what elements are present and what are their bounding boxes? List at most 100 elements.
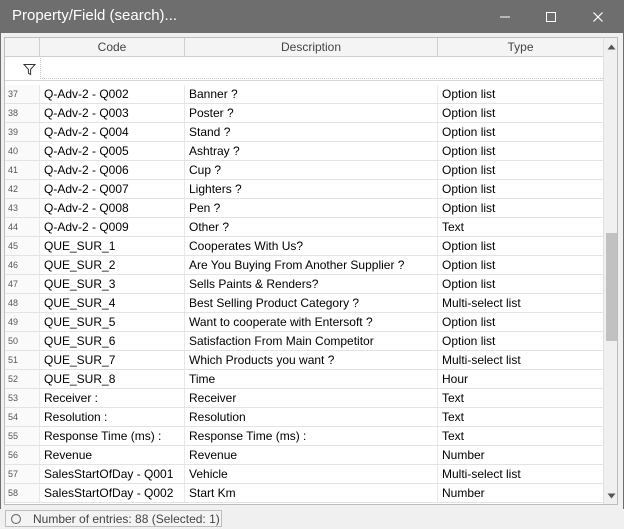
table-row[interactable]: 37 Q-Adv-2 - Q002 Banner ? Option list: [5, 85, 603, 104]
cell-code: Q-Adv-2 - Q004: [40, 123, 185, 141]
table-row[interactable]: 54 Resolution : Resolution Text: [5, 408, 603, 427]
cell-code: Q-Adv-2 - Q007: [40, 180, 185, 198]
row-index: 37: [5, 85, 40, 103]
table-row[interactable]: 58 SalesStartOfDay - Q002 Start Km Number: [5, 484, 603, 503]
close-icon: [593, 11, 603, 22]
table-row[interactable]: 52 QUE_SUR_8 Time Hour: [5, 370, 603, 389]
cell-code: Q-Adv-2 - Q009: [40, 218, 185, 236]
column-header-description[interactable]: Description: [185, 38, 438, 57]
table-row[interactable]: 53 Receiver : Receiver Text: [5, 389, 603, 408]
filter-funnel-icon: [22, 63, 36, 75]
cell-code: Q-Adv-2 - Q002: [40, 85, 185, 103]
scrollbar-thumb[interactable]: [606, 233, 617, 341]
row-index: 44: [5, 218, 40, 236]
status-circle-icon: [10, 513, 22, 525]
cell-code: Q-Adv-2 - Q005: [40, 142, 185, 160]
table-row[interactable]: 55 Response Time (ms) : Response Time (ms)…: [5, 427, 603, 446]
row-index: 45: [5, 237, 40, 255]
table-row[interactable]: 46 QUE_SUR_2 Are You Buying From Another S…: [5, 256, 603, 275]
table-row[interactable]: 43 Q-Adv-2 - Q008 Pen ? Option list: [5, 199, 603, 218]
maximize-icon: [546, 11, 556, 22]
cell-type: Text: [442, 220, 465, 234]
scroll-up-button[interactable]: [604, 38, 617, 55]
cell-type: Option list: [442, 182, 496, 196]
table-row[interactable]: 56 Revenue Revenue Number: [5, 446, 603, 465]
cell-code: SalesStartOfDay - Q002: [40, 484, 185, 502]
cell-type: Multi-select list: [442, 296, 521, 310]
row-index: 42: [5, 180, 40, 198]
status-bar: Number of entries: 88 (Selected: 1): [0, 509, 624, 529]
column-header-type[interactable]: Type: [438, 38, 603, 57]
row-index: 39: [5, 123, 40, 141]
cell-code: Revenue: [40, 446, 185, 464]
cell-description: Poster ?: [185, 104, 438, 122]
table-row[interactable]: 42 Q-Adv-2 - Q007 Lighters ? Option list: [5, 180, 603, 199]
table-row[interactable]: 38 Q-Adv-2 - Q003 Poster ? Option list: [5, 104, 603, 123]
row-index: 49: [5, 313, 40, 331]
cell-type: Multi-select list: [442, 353, 521, 367]
column-header-code[interactable]: Code: [40, 38, 185, 57]
cell-type: Option list: [442, 144, 496, 158]
cell-code: QUE_SUR_7: [40, 351, 185, 369]
cell-code: QUE_SUR_6: [40, 332, 185, 350]
cell-code: QUE_SUR_4: [40, 294, 185, 312]
close-button[interactable]: [575, 0, 621, 33]
cell-code: QUE_SUR_5: [40, 313, 185, 331]
row-index: 57: [5, 465, 40, 483]
grid-header: Code Description Type: [5, 38, 603, 57]
maximize-button[interactable]: [528, 0, 574, 33]
table-row[interactable]: 50 QUE_SUR_6 Satisfaction From Main Compet…: [5, 332, 603, 351]
table-row[interactable]: 41 Q-Adv-2 - Q006 Cup ? Option list: [5, 161, 603, 180]
cell-description: Revenue: [185, 446, 438, 464]
cell-description: Sells Paints & Renders?: [185, 275, 438, 293]
table-row[interactable]: 40 Q-Adv-2 - Q005 Ashtray ? Option list: [5, 142, 603, 161]
minimize-button[interactable]: [482, 0, 528, 33]
table-row[interactable]: 44 Q-Adv-2 - Q009 Other ? Text: [5, 218, 603, 237]
vertical-scrollbar[interactable]: [603, 38, 617, 504]
table-row[interactable]: 57 SalesStartOfDay - Q001 Vehicle Multi-sel…: [5, 465, 603, 484]
cell-type: Text: [442, 410, 465, 424]
cell-code: QUE_SUR_2: [40, 256, 185, 274]
cell-type: Option list: [442, 106, 496, 120]
cell-description: Vehicle: [185, 465, 438, 483]
title-bar[interactable]: Property/Field (search)...: [0, 0, 624, 33]
row-index: 55: [5, 427, 40, 445]
row-index: 51: [5, 351, 40, 369]
scroll-down-button[interactable]: [604, 487, 617, 504]
property-grid[interactable]: Code Description Type 37 Q-Adv-2 - Q002 Ba…: [4, 37, 618, 505]
cell-description: Stand ?: [185, 123, 438, 141]
table-row[interactable]: 45 QUE_SUR_1 Cooperates With Us? Option lis…: [5, 237, 603, 256]
table-row[interactable]: 49 QUE_SUR_5 Want to cooperate with Enters…: [5, 313, 603, 332]
cell-type: Option list: [442, 315, 496, 329]
row-index: 56: [5, 446, 40, 464]
cell-code: Response Time (ms) :: [40, 427, 185, 445]
cell-description: Want to cooperate with Entersoft ?: [185, 313, 438, 331]
cell-description: Satisfaction From Main Competitor: [185, 332, 438, 350]
cell-type: Hour: [442, 372, 469, 386]
cell-type: Option list: [442, 163, 496, 177]
table-row[interactable]: 39 Q-Adv-2 - Q004 Stand ? Option list: [5, 123, 603, 142]
cell-type: Option list: [442, 334, 496, 348]
cell-code: QUE_SUR_3: [40, 275, 185, 293]
row-index: 50: [5, 332, 40, 350]
row-index: 40: [5, 142, 40, 160]
table-row[interactable]: 48 QUE_SUR_4 Best Selling Product Category…: [5, 294, 603, 313]
cell-code: Q-Adv-2 - Q006: [40, 161, 185, 179]
cell-type: Text: [442, 429, 465, 443]
filter-icon[interactable]: [22, 62, 36, 76]
cell-code: Resolution :: [40, 408, 185, 426]
filter-row: [5, 57, 603, 81]
cell-type: Text: [442, 391, 465, 405]
status-panel: Number of entries: 88 (Selected: 1): [5, 510, 222, 527]
table-row[interactable]: 51 QUE_SUR_7 Which Products you want ? Mult…: [5, 351, 603, 370]
row-index: 46: [5, 256, 40, 274]
cell-code: QUE_SUR_1: [40, 237, 185, 255]
table-row[interactable]: 47 QUE_SUR_3 Sells Paints & Renders? Option…: [5, 275, 603, 294]
cell-description: Which Products you want ?: [185, 351, 438, 369]
cell-description: Start Km: [185, 484, 438, 502]
cell-type: Number: [442, 448, 485, 462]
filter-input[interactable]: [40, 58, 603, 79]
cell-type: Multi-select list: [442, 467, 521, 481]
cell-type: Option list: [442, 87, 496, 101]
cell-type: Option list: [442, 125, 496, 139]
